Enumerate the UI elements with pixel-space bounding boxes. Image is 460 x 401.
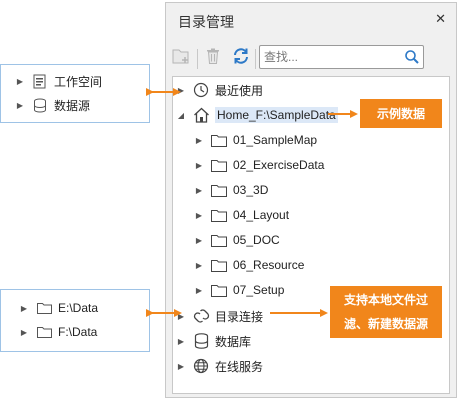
tree-item-label: Home_F:\SampleData — [215, 107, 338, 123]
tree-item-label: 03_3D — [233, 183, 269, 197]
tree-item-label: 05_DOC — [233, 233, 280, 247]
folder-icon — [210, 156, 228, 174]
folder-icon — [210, 231, 228, 249]
home-icon — [192, 106, 210, 124]
toolbar-divider — [255, 49, 256, 69]
folder-icon — [210, 206, 228, 224]
tree-item-database[interactable]: ▶ 数据库 — [176, 330, 251, 352]
tree-item-folder[interactable]: ▶ 01_SampleMap — [194, 129, 317, 151]
directory-connection-box: ▶ E:\Data ▶ F:\Data — [0, 289, 150, 352]
refresh-button[interactable] — [229, 46, 253, 70]
tree-item-folder[interactable]: ▶ 05_DOC — [194, 229, 280, 251]
callout-text: 支持本地文件过滤、新建数据源 — [343, 293, 428, 331]
expand-arrow-icon[interactable]: ▶ — [19, 304, 29, 313]
tree-item-folder[interactable]: ▶ 04_Layout — [194, 204, 289, 226]
folder-icon — [210, 256, 228, 274]
tree-item-label: 数据源 — [54, 98, 91, 113]
expand-arrow-icon[interactable]: ▶ — [176, 337, 186, 346]
expand-arrow-icon[interactable]: ▶ — [15, 77, 25, 86]
expand-arrow-icon[interactable]: ▶ — [194, 186, 204, 195]
folder-icon — [210, 131, 228, 149]
folder-icon — [210, 181, 228, 199]
tree-item-workspace[interactable]: ▶ 工作空间 — [15, 72, 102, 90]
search-box — [259, 45, 424, 69]
callout-text: 示例数据 — [376, 106, 425, 121]
tree-item-directory-connection[interactable]: ▶ 目录连接 — [176, 305, 263, 327]
tree-item-label: 04_Layout — [233, 208, 290, 222]
tree-item-folder[interactable]: ▶ 03_3D — [194, 179, 268, 201]
tree-item-label: 07_Setup — [233, 283, 285, 297]
link-icon — [192, 307, 210, 325]
search-input[interactable] — [264, 47, 404, 67]
tree-item-label: 在线服务 — [215, 359, 264, 374]
tree-item-e-data[interactable]: ▶ E:\Data — [19, 299, 98, 317]
tree-item-datasource[interactable]: ▶ 数据源 — [15, 96, 90, 114]
toolbar — [166, 43, 456, 77]
toolbar-divider — [197, 49, 198, 69]
tree-item-label: F:\Data — [58, 325, 98, 339]
tree-item-label: 02_ExerciseData — [233, 158, 325, 172]
tree-item-label: E:\Data — [58, 301, 99, 315]
expand-arrow-icon[interactable]: ▶ — [176, 312, 186, 321]
new-folder-button[interactable] — [169, 46, 193, 70]
expand-arrow-icon[interactable]: ▶ — [194, 286, 204, 295]
search-icon[interactable] — [404, 49, 420, 70]
folder-icon — [210, 281, 228, 299]
tree-item-label: 数据库 — [215, 334, 252, 349]
folder-icon — [35, 299, 53, 317]
callout-filter-new: 支持本地文件过滤、新建数据源 — [330, 286, 442, 338]
expand-arrow-icon[interactable]: ▶ — [176, 86, 186, 95]
panel-title: 目录管理 — [178, 14, 234, 30]
delete-button[interactable] — [201, 46, 225, 70]
new-folder-icon — [171, 47, 191, 70]
callout-example-data: 示例数据 — [360, 99, 442, 128]
tree-item-folder[interactable]: ▶ 02_ExerciseData — [194, 154, 324, 176]
tree-item-label: 06_Resource — [233, 258, 305, 272]
collapse-arrow-icon[interactable]: ◢ — [176, 111, 186, 120]
expand-arrow-icon[interactable]: ▶ — [176, 362, 186, 371]
expand-arrow-icon[interactable]: ▶ — [194, 236, 204, 245]
tree-item-label: 01_SampleMap — [233, 133, 318, 147]
tree-item-recent[interactable]: ▶ 最近使用 — [176, 79, 263, 101]
catalog-manager-panel: 目录管理 ✕ ▶ — [165, 2, 457, 398]
tree-item-folder[interactable]: ▶ 06_Resource — [194, 254, 304, 276]
expand-arrow-icon[interactable]: ▶ — [194, 136, 204, 145]
expand-arrow-icon[interactable]: ▶ — [194, 211, 204, 220]
database-icon — [192, 332, 210, 350]
tree-item-label: 目录连接 — [215, 309, 264, 324]
tree-item-folder[interactable]: ▶ 07_Setup — [194, 279, 284, 301]
delete-icon — [204, 47, 222, 70]
close-icon[interactable]: ✕ — [435, 11, 446, 27]
refresh-icon — [231, 46, 251, 71]
globe-icon — [192, 357, 210, 375]
workspace-tree-box: ▶ 工作空间 ▶ 数据源 — [0, 64, 150, 123]
datasource-icon — [31, 96, 49, 114]
expand-arrow-icon[interactable]: ▶ — [194, 261, 204, 270]
clock-icon — [192, 81, 210, 99]
tree-item-label: 最近使用 — [215, 83, 264, 98]
folder-icon — [35, 323, 53, 341]
workspace-icon — [31, 72, 49, 90]
expand-arrow-icon[interactable]: ▶ — [15, 101, 25, 110]
tree-item-online-service[interactable]: ▶ 在线服务 — [176, 355, 263, 377]
tree-item-f-data[interactable]: ▶ F:\Data — [19, 323, 97, 341]
tree-item-label: 工作空间 — [54, 74, 103, 89]
expand-arrow-icon[interactable]: ▶ — [19, 328, 29, 337]
tree-item-home[interactable]: ◢ Home_F:\SampleData — [176, 104, 338, 126]
expand-arrow-icon[interactable]: ▶ — [194, 161, 204, 170]
